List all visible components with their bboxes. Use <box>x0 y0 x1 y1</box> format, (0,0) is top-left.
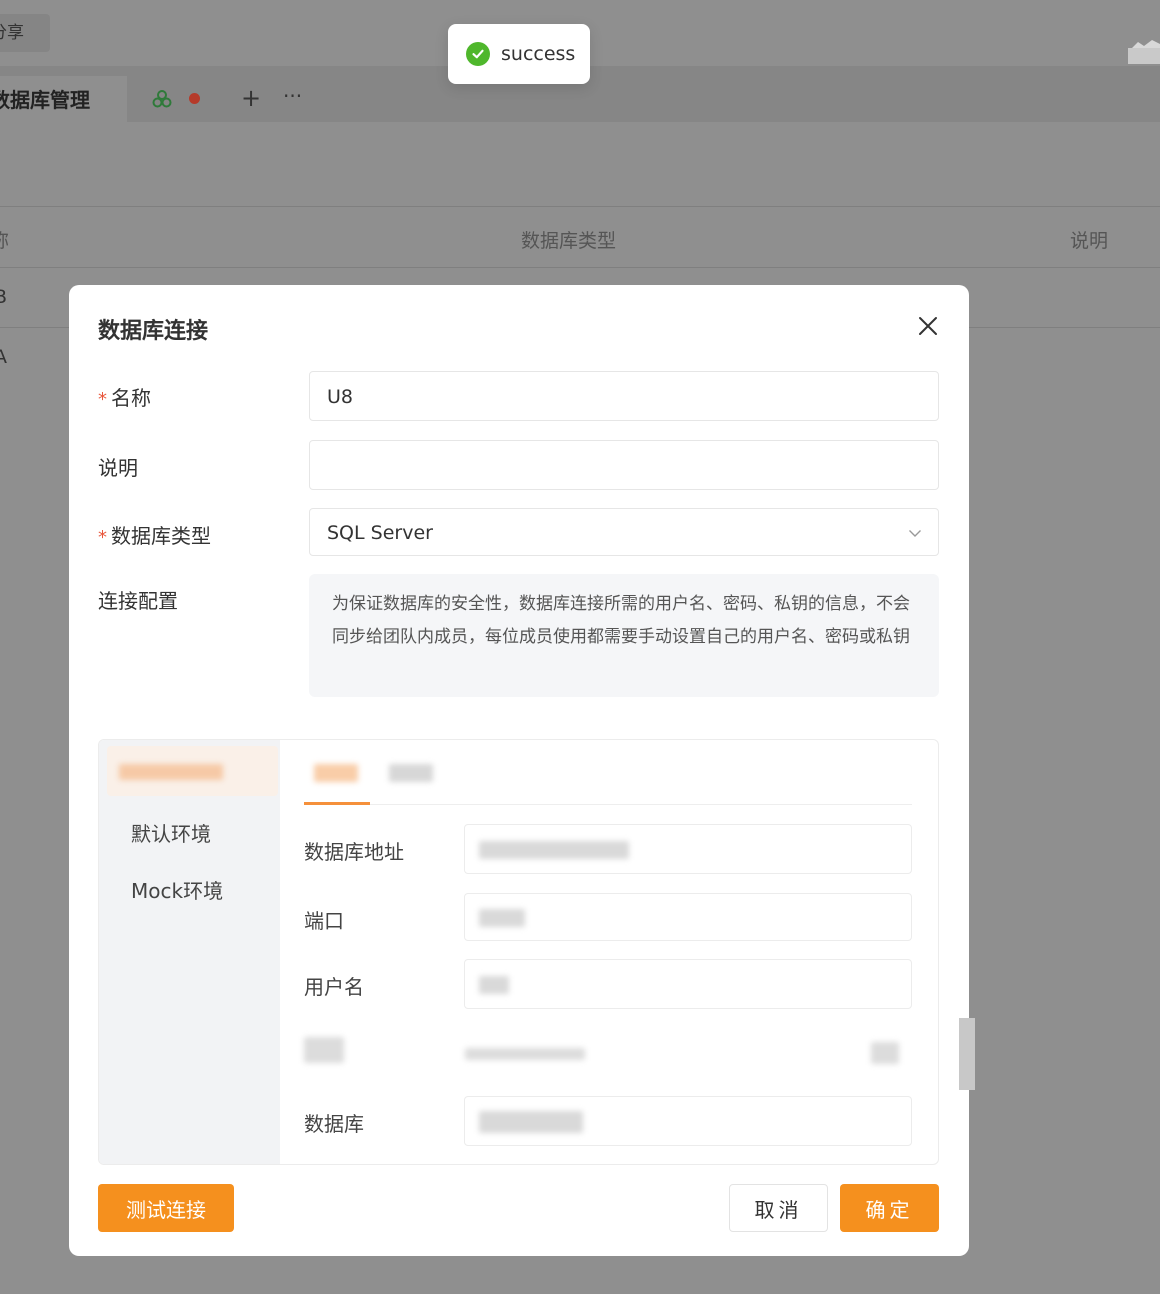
test-connection-button[interactable]: 测试连接 <box>98 1184 234 1232</box>
table-divider <box>0 206 1160 207</box>
dialog-title: 数据库连接 <box>98 319 209 344</box>
table-row[interactable]: B <box>0 286 7 308</box>
database-label: 数据库 <box>304 1112 364 1136</box>
tab-active-indicator <box>304 802 370 805</box>
status-dot <box>189 93 200 104</box>
column-header-db-type: 数据库类型 <box>521 230 617 252</box>
tab-divider <box>304 804 912 805</box>
more-button[interactable]: ··· <box>283 84 302 108</box>
environment-panel: 默认环境 Mock环境 数据库地址 端口 用户名 数据库 <box>98 739 939 1165</box>
scrollbar-thumb[interactable] <box>959 1018 975 1090</box>
blurred-value <box>479 909 525 927</box>
db-address-label: 数据库地址 <box>304 840 404 864</box>
description-label: 说明 <box>98 456 138 480</box>
port-input[interactable] <box>464 893 912 941</box>
blurred-value <box>479 841 629 859</box>
add-tab-button[interactable]: + <box>241 84 261 112</box>
db-type-value: SQL Server <box>327 522 433 544</box>
username-label: 用户名 <box>304 975 364 999</box>
port-label: 端口 <box>304 909 344 933</box>
column-header-name: 称 <box>0 226 9 253</box>
environment-item-default[interactable]: 默认环境 <box>131 818 211 847</box>
blurred-value <box>465 1048 585 1060</box>
environment-item-active[interactable] <box>107 746 278 796</box>
password-label-blurred <box>304 1037 344 1063</box>
cancel-button[interactable]: 取消 <box>729 1184 828 1232</box>
db-type-select[interactable]: SQL Server <box>309 508 939 556</box>
db-type-label: * 数据库类型 <box>98 524 211 548</box>
required-asterisk: * <box>98 389 107 410</box>
share-button[interactable]: 分享 <box>0 14 50 52</box>
environment-item-mock[interactable]: Mock环境 <box>131 875 223 904</box>
name-label: * 名称 <box>98 386 151 410</box>
username-input[interactable] <box>464 959 912 1009</box>
decorative-image <box>1128 40 1160 64</box>
environment-icon[interactable] <box>152 89 172 109</box>
column-header-desc: 说明 <box>1070 230 1109 252</box>
description-input[interactable] <box>309 440 939 490</box>
connection-config-label: 连接配置 <box>98 589 178 613</box>
tab-database-management[interactable]: 数据库管理 <box>0 76 127 122</box>
tab-blurred-active[interactable] <box>314 764 358 782</box>
required-asterisk: * <box>98 527 107 548</box>
environment-sidebar: 默认环境 Mock环境 <box>99 740 280 1164</box>
password-input[interactable] <box>464 1027 912 1077</box>
security-notice: 为保证数据库的安全性，数据库连接所需的用户名、密码、私钥的信息，不会同步给团队内… <box>309 574 939 697</box>
table-row[interactable]: A <box>0 346 7 368</box>
db-address-input[interactable] <box>464 824 912 874</box>
confirm-button[interactable]: 确定 <box>840 1184 939 1232</box>
success-toast: success <box>448 24 590 84</box>
chevron-down-icon <box>909 530 921 537</box>
database-connection-dialog: 数据库连接 * 名称 U8 说明 * 数据库类型 SQL Server 连接配置 为… <box>69 285 975 1256</box>
database-input[interactable] <box>464 1096 912 1146</box>
eye-icon[interactable] <box>871 1042 899 1064</box>
blurred-text <box>119 764 223 780</box>
table-divider <box>0 267 1160 268</box>
name-input[interactable]: U8 <box>309 371 939 421</box>
check-circle-icon <box>466 42 490 66</box>
close-icon[interactable] <box>917 315 939 337</box>
tab-blurred[interactable] <box>389 764 433 782</box>
blurred-value <box>479 1111 583 1133</box>
blurred-value <box>479 976 509 994</box>
toast-message: success <box>501 43 576 65</box>
